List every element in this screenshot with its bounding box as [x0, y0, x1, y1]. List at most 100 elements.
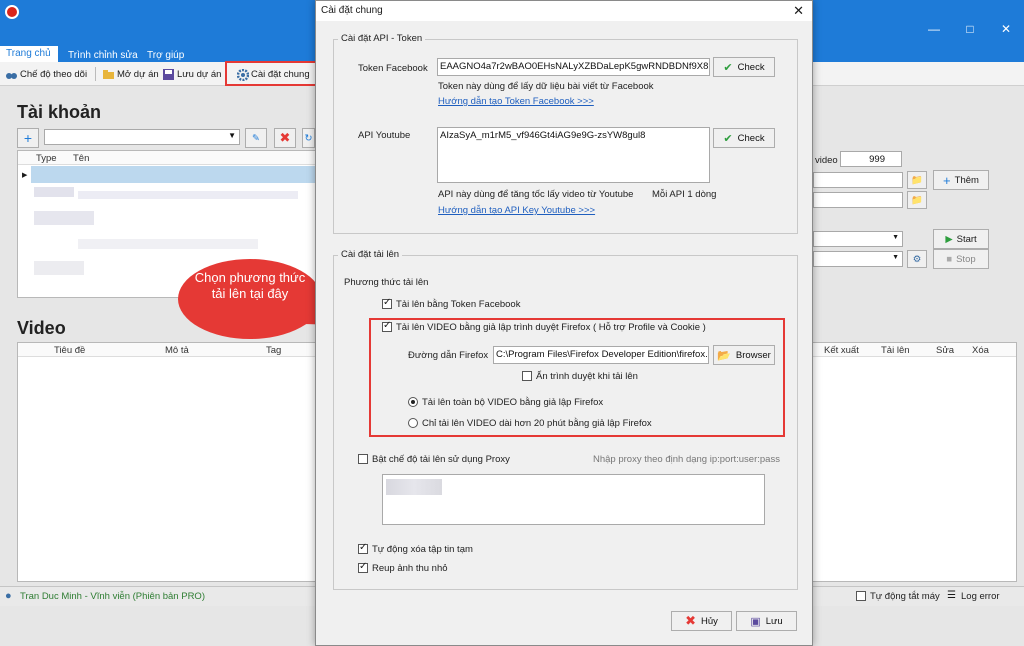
table-row[interactable] [34, 211, 94, 225]
binoculars-icon [6, 69, 17, 80]
settings-button[interactable]: ⚙ [907, 250, 927, 268]
user-icon: ● [5, 590, 12, 602]
log-error-dropdown[interactable]: Log error [961, 591, 1000, 602]
tab-home[interactable]: Trang chủ [0, 46, 58, 62]
youtube-guide-link[interactable]: Hướng dẫn tạo API Key Youtube >>> [438, 205, 595, 216]
checkmark-icon: ✔ [723, 61, 733, 74]
checkmark-icon: ✔ [723, 132, 733, 145]
video-count-stepper[interactable]: 999 [840, 151, 902, 167]
table-row[interactable] [34, 261, 84, 275]
chevron-down-icon: ▼ [228, 131, 236, 140]
edit-account-button[interactable]: ✎ [245, 128, 267, 148]
proxy-blurred-content [386, 479, 442, 495]
firefox-option-highlight-box [369, 318, 785, 437]
col-edit: Sửa [936, 345, 954, 356]
license-status: Tran Duc Minh - Vĩnh viễn (Phiên bản PRO… [20, 591, 205, 602]
token-facebook-input[interactable]: EAAGNO4a7r2wBAO0EHsNALyXZBDaLepK5gwRNDBD… [437, 58, 710, 76]
token-guide-link[interactable]: Hướng dẫn tạo Token Facebook >>> [438, 96, 594, 107]
proxy-checkbox[interactable] [358, 454, 368, 464]
browse-folder-button[interactable]: 📁 [907, 171, 927, 189]
table-row[interactable] [34, 187, 74, 197]
folder-icon: 📁 [911, 194, 923, 206]
col-type: Type [36, 153, 57, 164]
delete-x-icon: ✖ [279, 130, 291, 145]
close-icon[interactable]: ✕ [793, 3, 804, 19]
cancel-label: Hủy [701, 615, 718, 627]
table-row[interactable] [78, 239, 258, 249]
start-label: Start [956, 233, 977, 245]
log-icon: ☰ [947, 590, 956, 601]
auto-delete-checkbox[interactable] [358, 542, 368, 554]
accounts-title: Tài khoản [17, 102, 102, 122]
col-render: Kết xuất [824, 345, 859, 356]
open-project-button[interactable]: Mở dự án [103, 66, 159, 82]
dialog-title: Cài đặt chung [321, 5, 383, 16]
proxy-textarea[interactable] [382, 474, 765, 525]
stop-icon: ■ [946, 253, 953, 265]
right-input-2[interactable] [813, 192, 903, 208]
save-project-button[interactable]: Lưu dự án [163, 66, 221, 82]
start-button[interactable]: ▶ Start [933, 229, 989, 249]
save-label: Lưu [765, 615, 783, 627]
plus-icon: + [23, 130, 33, 146]
add-label: Thêm [954, 174, 979, 186]
col-name: Tên [73, 153, 90, 164]
right-select-1[interactable]: ▼ [813, 231, 903, 247]
right-input-1[interactable] [813, 172, 903, 188]
refresh-icon: ↻ [304, 132, 313, 144]
proxy-label: Bật chế độ tải lên sử dụng Proxy [372, 454, 510, 465]
window-controls: — □ ✕ [916, 22, 1024, 36]
cancel-button[interactable]: ✖ Hủy [671, 611, 732, 631]
auto-shutdown-checkbox[interactable] [856, 591, 866, 601]
col-title: Tiêu đề [54, 345, 86, 356]
maximize-icon[interactable]: □ [952, 22, 988, 36]
add-account-button[interactable]: + [17, 128, 39, 148]
youtube-help-text: API này dùng để tăng tốc lấy video từ Yo… [438, 189, 634, 200]
col-delete: Xóa [972, 345, 989, 356]
follow-mode-label: Chế độ theo dõi [20, 68, 88, 80]
add-button[interactable]: + Thêm [933, 170, 989, 190]
delete-account-button[interactable]: ✖ [274, 128, 296, 148]
token-help-text: Token này dùng để lấy dữ liệu bài viết t… [438, 81, 654, 92]
video-count-label: video [815, 155, 838, 166]
minimize-icon[interactable]: — [916, 22, 952, 36]
plus-icon: + [943, 172, 951, 188]
cancel-x-icon: ✖ [685, 613, 696, 628]
table-row[interactable] [78, 191, 298, 199]
right-select-2[interactable]: ▼ [813, 251, 903, 267]
upload-method-label: Phương thức tải lên [344, 277, 429, 288]
toolbar-separator [95, 67, 96, 81]
app-logo-icon [5, 5, 19, 19]
check-youtube-label: Check [737, 132, 765, 144]
gear-icon: ⚙ [912, 253, 922, 265]
account-select[interactable]: ▼ [44, 129, 240, 145]
reup-thumb-checkbox[interactable] [358, 561, 368, 573]
stop-label: Stop [956, 253, 976, 265]
check-youtube-button[interactable]: ✔ Check [713, 128, 775, 148]
token-label: Token Facebook [358, 63, 428, 74]
follow-mode-button[interactable]: Chế độ theo dõi [6, 66, 87, 82]
check-token-button[interactable]: ✔ Check [713, 57, 775, 77]
open-folder-button[interactable]: 📁 [907, 191, 927, 209]
close-icon[interactable]: ✕ [988, 22, 1024, 36]
upload-token-checkbox[interactable] [382, 297, 392, 309]
callout-text: Chọn phương thức tải lên tại đây [194, 270, 306, 301]
table-row[interactable] [31, 166, 316, 183]
accounts-table-header: Type Tên [18, 151, 316, 165]
api-group-legend: Cài đặt API - Token [338, 33, 426, 44]
auto-delete-label: Tự động xóa tập tin tạm [372, 544, 473, 555]
pencil-icon: ✎ [252, 132, 260, 144]
stop-button[interactable]: ■ Stop [933, 249, 989, 269]
youtube-label: API Youtube [358, 130, 411, 141]
youtube-api-textarea[interactable]: AIzaSyA_m1rM5_vf946Gt4iAG9e9G-zsYW8gul8 [437, 127, 710, 183]
settings-highlight-box [225, 61, 317, 86]
col-description: Mô tả [165, 345, 189, 356]
folder-icon [103, 69, 114, 80]
save-icon [163, 68, 174, 80]
refresh-account-button[interactable]: ↻ [302, 128, 315, 148]
upload-group-legend: Cài đặt tải lên [338, 249, 403, 260]
proxy-hint: Nhập proxy theo định dạng ip:port:user:p… [593, 454, 780, 465]
save-button[interactable]: ▣ Lưu [736, 611, 797, 631]
open-project-label: Mở dự án [117, 68, 159, 80]
col-tag: Tag [266, 345, 282, 356]
